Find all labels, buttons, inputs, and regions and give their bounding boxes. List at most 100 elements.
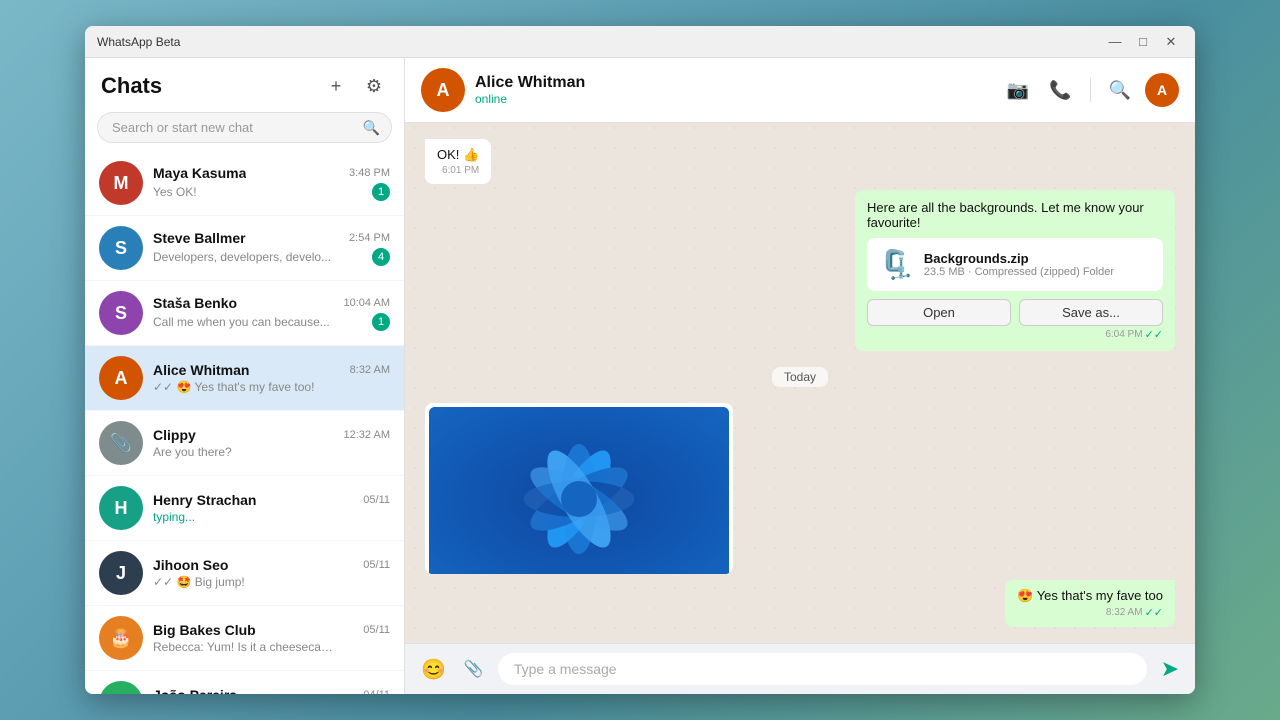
file-name: Backgrounds.zip bbox=[924, 251, 1114, 266]
chat-time-steve: 2:54 PM bbox=[349, 232, 390, 244]
emoji-button[interactable]: 😊 bbox=[417, 653, 450, 686]
message-input[interactable] bbox=[498, 653, 1147, 685]
video-call-button[interactable]: 📷 bbox=[1001, 76, 1035, 105]
chat-header: A Alice Whitman online 📷 📞 🔍 A bbox=[405, 58, 1195, 123]
header-divider bbox=[1090, 78, 1091, 102]
message-text: OK! 👍 bbox=[437, 147, 479, 162]
chat-info-maya: Maya Kasuma 3:48 PM Yes OK! 1 bbox=[153, 165, 390, 201]
avatar-alice: A bbox=[99, 356, 143, 400]
zip-file-icon: 🗜️ bbox=[879, 248, 914, 281]
file-details: Backgrounds.zip 23.5 MB · Compressed (zi… bbox=[924, 251, 1114, 278]
chat-preview-steve: Developers, developers, develo... bbox=[153, 250, 331, 264]
sidebar-header-icons: + ⚙ bbox=[322, 72, 388, 100]
file-message-text: Here are all the backgrounds. Let me kno… bbox=[867, 200, 1163, 230]
chat-preview-maya: Yes OK! bbox=[153, 185, 197, 199]
save-file-button[interactable]: Save as... bbox=[1019, 299, 1163, 326]
chat-name-maya: Maya Kasuma bbox=[153, 165, 246, 181]
app-title: WhatsApp Beta bbox=[97, 35, 1103, 49]
title-bar: WhatsApp Beta — □ ✕ bbox=[85, 26, 1195, 58]
chat-name-alice: Alice Whitman bbox=[153, 362, 249, 378]
sidebar: Chats + ⚙ 🔍 M Maya Kasuma 3:48 PM bbox=[85, 58, 405, 694]
message-text: 😍 Yes that's my fave too bbox=[1017, 588, 1163, 603]
chat-area: A Alice Whitman online 📷 📞 🔍 A bbox=[405, 58, 1195, 694]
app-window: WhatsApp Beta — □ ✕ Chats + ⚙ 🔍 M bbox=[85, 26, 1195, 694]
chat-name-bakes: Big Bakes Club bbox=[153, 622, 256, 638]
chat-name-stasa: Staša Benko bbox=[153, 295, 237, 311]
chat-preview-bakes: Rebecca: Yum! Is it a cheesecake? bbox=[153, 640, 333, 654]
badge-maya: 1 bbox=[372, 183, 390, 201]
header-avatar[interactable]: A bbox=[1145, 73, 1179, 107]
file-message-time: 6:04 PM ✓✓ bbox=[867, 328, 1163, 341]
chat-time-joao: 04/11 bbox=[363, 689, 390, 694]
app-body: Chats + ⚙ 🔍 M Maya Kasuma 3:48 PM bbox=[85, 58, 1195, 694]
chat-info-steve: Steve Ballmer 2:54 PM Developers, develo… bbox=[153, 230, 390, 266]
chat-info-henry: Henry Strachan 05/11 typing... bbox=[153, 492, 390, 524]
messages-container: OK! 👍 6:01 PM Here are all the backgroun… bbox=[405, 123, 1195, 643]
message-time: 8:32 AM ✓✓ bbox=[1017, 606, 1163, 619]
chat-item-clippy[interactable]: 📎 Clippy 12:32 AM Are you there? bbox=[85, 411, 404, 476]
chat-name-jihoon: Jihoon Seo bbox=[153, 557, 228, 573]
chat-preview-alice: ✓✓ 😍 Yes that's my fave too! bbox=[153, 380, 314, 394]
message-sent-reply: 😍 Yes that's my fave too 8:32 AM ✓✓ bbox=[1005, 580, 1175, 627]
chat-name-steve: Steve Ballmer bbox=[153, 230, 246, 246]
chat-item-bakes[interactable]: 🎂 Big Bakes Club 05/11 Rebecca: Yum! Is … bbox=[85, 606, 404, 671]
chat-item-maya[interactable]: M Maya Kasuma 3:48 PM Yes OK! 1 bbox=[85, 151, 404, 216]
read-tick: ✓✓ bbox=[1145, 328, 1163, 341]
close-button[interactable]: ✕ bbox=[1159, 30, 1183, 54]
voice-call-button[interactable]: 📞 bbox=[1043, 76, 1077, 105]
avatar-clippy: 📎 bbox=[99, 421, 143, 465]
send-button[interactable]: ➤ bbox=[1157, 652, 1183, 686]
maximize-button[interactable]: □ bbox=[1131, 30, 1155, 54]
chat-list: M Maya Kasuma 3:48 PM Yes OK! 1 S Steve … bbox=[85, 151, 404, 694]
chat-info-bakes: Big Bakes Club 05/11 Rebecca: Yum! Is it… bbox=[153, 622, 390, 654]
chat-time-stasa: 10:04 AM bbox=[344, 297, 390, 309]
chat-preview-stasa: Call me when you can because... bbox=[153, 315, 330, 329]
chat-info-stasa: Staša Benko 10:04 AM Call me when you ca… bbox=[153, 295, 390, 331]
file-actions: Open Save as... bbox=[867, 299, 1163, 326]
contact-avatar: A bbox=[421, 68, 465, 112]
attachment-button[interactable]: 📎 bbox=[460, 655, 488, 683]
chat-header-right: 📷 📞 🔍 A bbox=[1001, 73, 1179, 107]
chat-item-stasa[interactable]: S Staša Benko 10:04 AM Call me when you … bbox=[85, 281, 404, 346]
read-tick: ✓✓ bbox=[1145, 606, 1163, 619]
minimize-button[interactable]: — bbox=[1103, 30, 1127, 54]
avatar-joao: J bbox=[99, 681, 143, 694]
image-preview bbox=[429, 407, 729, 574]
chat-time-henry: 05/11 bbox=[363, 494, 390, 506]
chat-item-henry[interactable]: H Henry Strachan 05/11 typing... bbox=[85, 476, 404, 541]
chat-input-bar: 😊 📎 ➤ bbox=[405, 643, 1195, 694]
avatar-henry: H bbox=[99, 486, 143, 530]
chat-item-steve[interactable]: S Steve Ballmer 2:54 PM Developers, deve… bbox=[85, 216, 404, 281]
chat-time-jihoon: 05/11 bbox=[363, 559, 390, 571]
search-chat-button[interactable]: 🔍 bbox=[1103, 76, 1137, 105]
window-controls: — □ ✕ bbox=[1103, 30, 1183, 54]
chat-info-jihoon: Jihoon Seo 05/11 ✓✓ 🤩 Big jump! bbox=[153, 557, 390, 589]
avatar-steve: S bbox=[99, 226, 143, 270]
chat-item-jihoon[interactable]: J Jihoon Seo 05/11 ✓✓ 🤩 Big jump! bbox=[85, 541, 404, 606]
badge-steve: 4 bbox=[372, 248, 390, 266]
search-input[interactable] bbox=[97, 112, 392, 143]
chat-info-alice: Alice Whitman 8:32 AM ✓✓ 😍 Yes that's my… bbox=[153, 362, 390, 394]
chat-time-alice: 8:32 AM bbox=[350, 364, 390, 376]
open-file-button[interactable]: Open bbox=[867, 299, 1011, 326]
avatar-jihoon: J bbox=[99, 551, 143, 595]
chat-name-joao: João Pereira bbox=[153, 687, 237, 694]
avatar-maya: M bbox=[99, 161, 143, 205]
chat-preview-clippy: Are you there? bbox=[153, 445, 232, 459]
avatar-stasa: S bbox=[99, 291, 143, 335]
chat-item-alice[interactable]: A Alice Whitman 8:32 AM ✓✓ 😍 Yes that's … bbox=[85, 346, 404, 411]
search-bar-container: 🔍 bbox=[97, 112, 392, 143]
chat-time-maya: 3:48 PM bbox=[349, 167, 390, 179]
chat-preview-jihoon: ✓✓ 🤩 Big jump! bbox=[153, 575, 245, 589]
new-chat-button[interactable]: + bbox=[322, 72, 350, 100]
contact-name: Alice Whitman bbox=[475, 74, 585, 92]
settings-button[interactable]: ⚙ bbox=[360, 72, 388, 100]
badge-stasa: 1 bbox=[372, 313, 390, 331]
message-received-ok: OK! 👍 6:01 PM bbox=[425, 139, 491, 184]
chat-item-joao[interactable]: J João Pereira 04/11 ✓✓ ⊙ Opened bbox=[85, 671, 404, 694]
message-time: 6:01 PM bbox=[437, 165, 479, 176]
chat-preview-henry: typing... bbox=[153, 510, 195, 524]
message-received-image: This is beautiful! 3:11 AM bbox=[425, 403, 733, 574]
contact-status: online bbox=[475, 92, 585, 106]
chat-time-clippy: 12:32 AM bbox=[344, 429, 390, 441]
